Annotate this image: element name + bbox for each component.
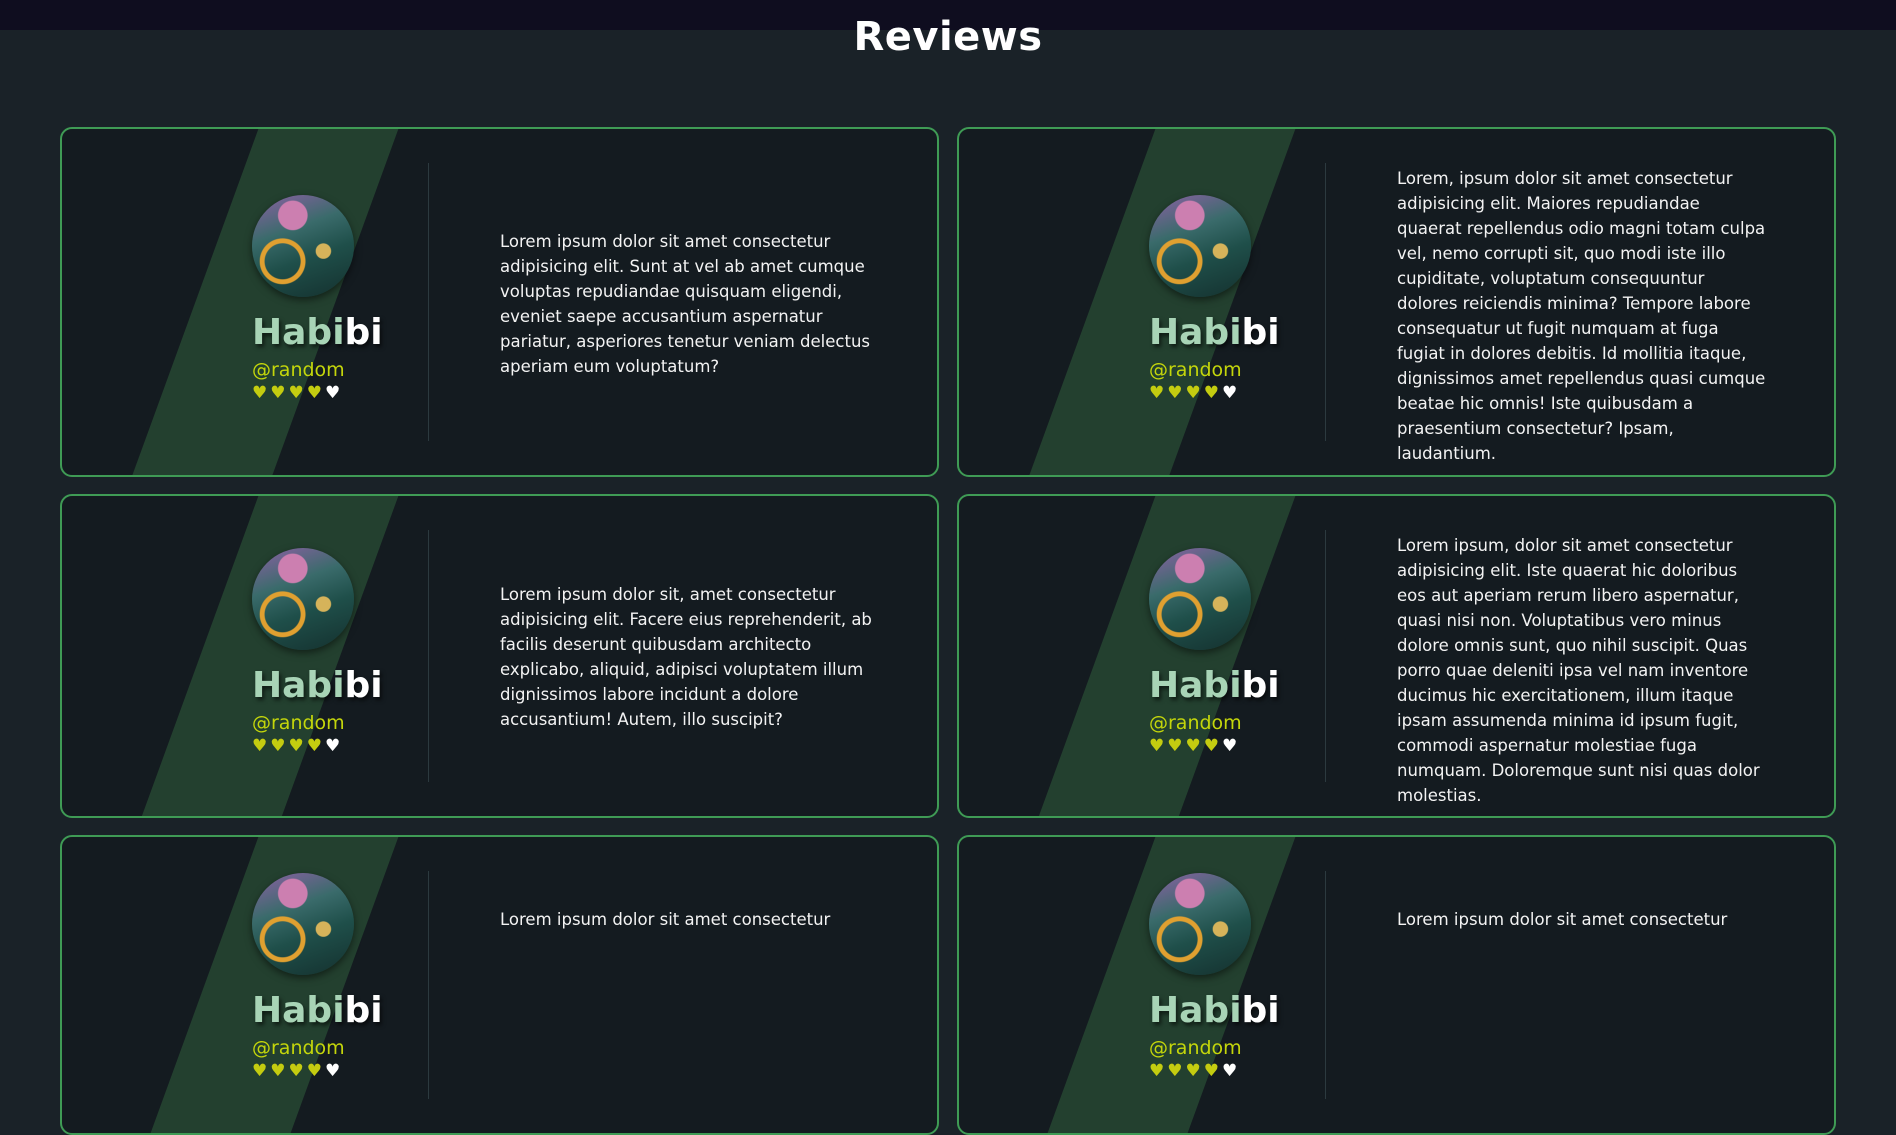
review-text: Lorem ipsum dolor sit, amet consectetur … — [500, 585, 872, 729]
rating-hearts: ♥♥♥♥♥ — [252, 383, 382, 403]
reviewer-handle[interactable]: @random — [1149, 359, 1279, 381]
reviewer-name: Habibi — [252, 312, 383, 353]
review-text: Lorem ipsum dolor sit amet consectetur a… — [500, 232, 871, 376]
review-card: Habibi @random ♥♥♥♥♥ Lorem, ipsum dolor … — [957, 127, 1836, 477]
divider — [1325, 163, 1326, 441]
rating-hearts: ♥♥♥♥♥ — [1149, 736, 1279, 756]
divider — [428, 530, 429, 782]
heart-empty-icon: ♥ — [1221, 1061, 1241, 1081]
heart-empty-icon: ♥ — [324, 1061, 344, 1081]
rating-hearts: ♥♥♥♥♥ — [1149, 1061, 1279, 1081]
avatar — [252, 195, 354, 297]
heart-empty-icon: ♥ — [324, 736, 344, 756]
heart-icon: ♥♥♥♥ — [1149, 736, 1222, 756]
reviews-grid: Habibi @random ♥♥♥♥♥ Lorem ipsum dolor s… — [0, 0, 1896, 1135]
heart-empty-icon: ♥ — [1221, 383, 1241, 403]
reviewer-name: Habibi — [1149, 312, 1280, 353]
divider — [1325, 530, 1326, 782]
reviewer-profile: Habibi @random ♥♥♥♥♥ — [1149, 873, 1280, 1081]
reviewer-profile: Habibi @random ♥♥♥♥♥ — [252, 873, 383, 1081]
avatar — [1149, 195, 1251, 297]
rating-hearts: ♥♥♥♥♥ — [252, 736, 382, 756]
review-card: Habibi @random ♥♥♥♥♥ Lorem ipsum, dolor … — [957, 494, 1836, 818]
review-text: Lorem ipsum, dolor sit amet consectetur … — [1397, 536, 1760, 805]
heart-icon: ♥♥♥♥ — [252, 383, 325, 403]
rating-hearts: ♥♥♥♥♥ — [252, 1061, 382, 1081]
avatar — [1149, 873, 1251, 975]
reviewer-profile: Habibi @random ♥♥♥♥♥ — [1149, 548, 1280, 756]
reviewer-profile: Habibi @random ♥♥♥♥♥ — [252, 195, 383, 403]
reviewer-name: Habibi — [252, 990, 383, 1031]
heart-icon: ♥♥♥♥ — [1149, 383, 1222, 403]
heart-icon: ♥♥♥♥ — [252, 1061, 325, 1081]
divider — [428, 871, 429, 1099]
avatar — [252, 548, 354, 650]
rating-hearts: ♥♥♥♥♥ — [1149, 383, 1279, 403]
heart-icon: ♥♥♥♥ — [252, 736, 325, 756]
reviewer-handle[interactable]: @random — [252, 359, 382, 381]
divider — [428, 163, 429, 441]
reviewer-profile: Habibi @random ♥♥♥♥♥ — [1149, 195, 1280, 403]
heart-icon: ♥♥♥♥ — [1149, 1061, 1222, 1081]
review-text: Lorem, ipsum dolor sit amet consectetur … — [1397, 169, 1766, 463]
avatar — [252, 873, 354, 975]
heart-empty-icon: ♥ — [324, 383, 344, 403]
review-card: Habibi @random ♥♥♥♥♥ Lorem ipsum dolor s… — [60, 127, 939, 477]
heart-empty-icon: ♥ — [1221, 736, 1241, 756]
review-card: Habibi @random ♥♥♥♥♥ Lorem ipsum dolor s… — [60, 494, 939, 818]
avatar — [1149, 548, 1251, 650]
review-text: Lorem ipsum dolor sit amet consectetur — [1397, 910, 1728, 929]
review-card: Habibi @random ♥♥♥♥♥ Lorem ipsum dolor s… — [60, 835, 939, 1135]
reviewer-name: Habibi — [1149, 990, 1280, 1031]
reviewer-profile: Habibi @random ♥♥♥♥♥ — [252, 548, 383, 756]
review-text: Lorem ipsum dolor sit amet consectetur — [500, 910, 831, 929]
reviewer-handle[interactable]: @random — [252, 712, 382, 734]
reviewer-name: Habibi — [252, 665, 383, 706]
reviewer-handle[interactable]: @random — [252, 1037, 382, 1059]
divider — [1325, 871, 1326, 1099]
reviewer-handle[interactable]: @random — [1149, 712, 1279, 734]
reviewer-handle[interactable]: @random — [1149, 1037, 1279, 1059]
reviewer-name: Habibi — [1149, 665, 1280, 706]
review-card: Habibi @random ♥♥♥♥♥ Lorem ipsum dolor s… — [957, 835, 1836, 1135]
